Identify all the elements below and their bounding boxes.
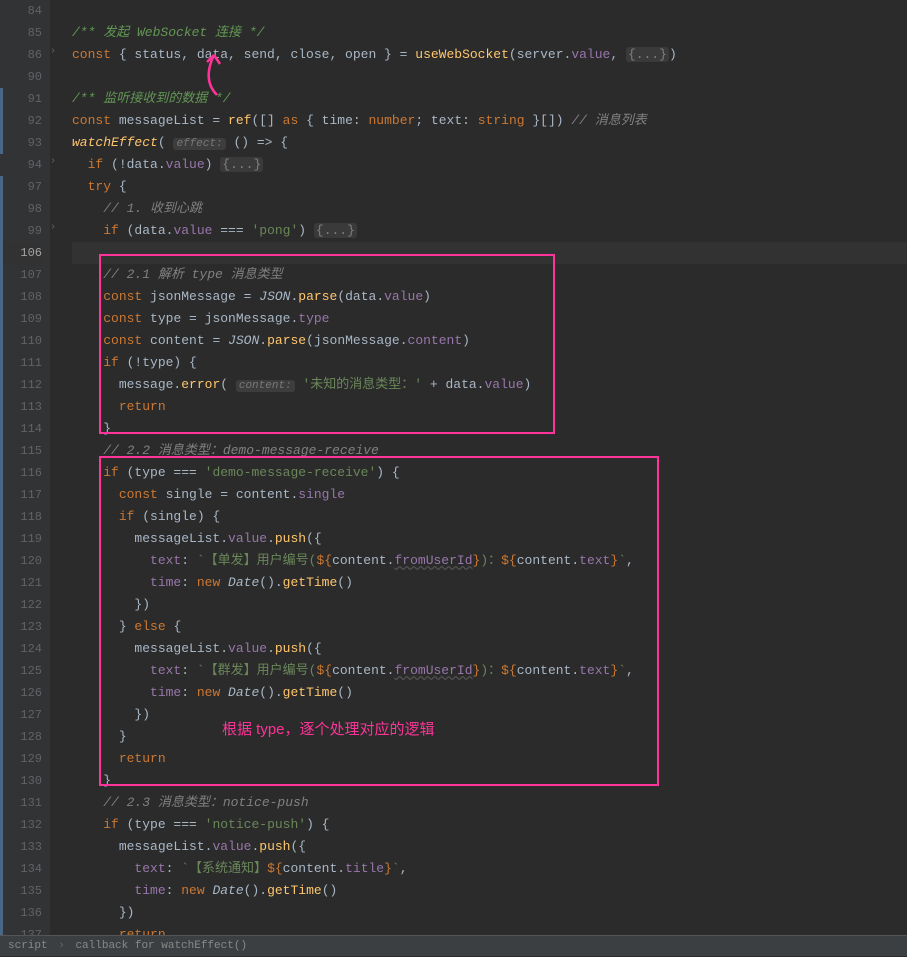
line-number: 98: [0, 198, 42, 220]
code-line: // 1. 收到心跳: [72, 198, 907, 220]
code-line: message.error( content: '未知的消息类型：' + dat…: [72, 374, 907, 396]
line-number: 106: [0, 242, 42, 264]
line-number: 133: [0, 836, 42, 858]
line-number: 123: [0, 616, 42, 638]
line-number: 132: [0, 814, 42, 836]
code-line: // 2.3 消息类型：notice-push: [72, 792, 907, 814]
code-line: if (type === 'demo-message-receive') {: [72, 462, 907, 484]
breadcrumb-bar[interactable]: script › callback for watchEffect(): [0, 935, 907, 956]
code-line: if (!type) {: [72, 352, 907, 374]
code-line: [72, 66, 907, 88]
code-line: if (type === 'notice-push') {: [72, 814, 907, 836]
code-line: const { status, data, send, close, open …: [72, 44, 907, 66]
line-number: 134: [0, 858, 42, 880]
code-line: }): [72, 704, 907, 726]
code-line: if (single) {: [72, 506, 907, 528]
line-number: 124: [0, 638, 42, 660]
line-number: 116: [0, 462, 42, 484]
line-number: 120: [0, 550, 42, 572]
folded-code[interactable]: {...}: [220, 157, 263, 172]
line-number: 131: [0, 792, 42, 814]
line-number: 92: [0, 110, 42, 132]
code-line: const content = JSON.parse(jsonMessage.c…: [72, 330, 907, 352]
line-number: 115: [0, 440, 42, 462]
code-line: [72, 0, 907, 22]
code-line: messageList.value.push({: [72, 836, 907, 858]
line-number: 90: [0, 66, 42, 88]
line-number: 127: [0, 704, 42, 726]
line-number: 121: [0, 572, 42, 594]
line-number: 91: [0, 88, 42, 110]
line-number: 84: [0, 0, 42, 22]
line-number: 113: [0, 396, 42, 418]
code-line: }: [72, 418, 907, 440]
code-line: }: [72, 770, 907, 792]
line-number: 125: [0, 660, 42, 682]
code-line: if (data.value === 'pong') {...}: [72, 220, 907, 242]
line-number: 85: [0, 22, 42, 44]
code-line: text: `【系统通知】${content.title}`,: [72, 858, 907, 880]
line-number: 111: [0, 352, 42, 374]
code-line: const jsonMessage = JSON.parse(data.valu…: [72, 286, 907, 308]
vcs-change-marker[interactable]: [0, 176, 3, 936]
code-line: text: `【群发】用户编号(${content.fromUserId})：$…: [72, 660, 907, 682]
code-line: time: new Date().getTime(): [72, 572, 907, 594]
line-number: 129: [0, 748, 42, 770]
line-number: 112: [0, 374, 42, 396]
line-number: 94: [0, 154, 42, 176]
code-line: watchEffect( effect: () => {: [72, 132, 907, 154]
code-line: // 2.1 解析 type 消息类型: [72, 264, 907, 286]
line-number: 135: [0, 880, 42, 902]
line-number: 86: [0, 44, 42, 66]
code-line: return: [72, 396, 907, 418]
line-number-gutter: 8485869091929394979899106107108109110111…: [0, 0, 50, 935]
code-line: text: `【单发】用户编号(${content.fromUserId})：$…: [72, 550, 907, 572]
line-number: 122: [0, 594, 42, 616]
code-line: messageList.value.push({: [72, 638, 907, 660]
code-line: time: new Date().getTime(): [72, 880, 907, 902]
line-number: 114: [0, 418, 42, 440]
fold-chevron-right-icon[interactable]: ›: [50, 222, 56, 233]
breadcrumb-segment[interactable]: callback for watchEffect(): [75, 940, 247, 952]
line-number: 136: [0, 902, 42, 924]
line-number: 126: [0, 682, 42, 704]
fold-chevron-right-icon[interactable]: ›: [50, 46, 56, 57]
code-line: }): [72, 902, 907, 924]
line-number: 97: [0, 176, 42, 198]
code-line: const single = content.single: [72, 484, 907, 506]
code-line: /** 发起 WebSocket 连接 */: [72, 22, 907, 44]
breadcrumb-segment[interactable]: script: [8, 940, 48, 952]
code-line: }): [72, 594, 907, 616]
line-number: 118: [0, 506, 42, 528]
line-number: 107: [0, 264, 42, 286]
line-number: 108: [0, 286, 42, 308]
line-number: 93: [0, 132, 42, 154]
fold-chevron-right-icon[interactable]: ›: [50, 156, 56, 167]
code-line: const messageList = ref([] as { time: nu…: [72, 110, 907, 132]
code-line: /** 监听接收到的数据 */: [72, 88, 907, 110]
code-line: } else {: [72, 616, 907, 638]
line-number: 110: [0, 330, 42, 352]
line-number: 99: [0, 220, 42, 242]
folded-code[interactable]: {...}: [626, 47, 669, 62]
code-editor[interactable]: 8485869091929394979899106107108109110111…: [0, 0, 907, 935]
line-number: 128: [0, 726, 42, 748]
code-line: // 2.2 消息类型：demo-message-receive: [72, 440, 907, 462]
line-number: 119: [0, 528, 42, 550]
vcs-change-marker[interactable]: [0, 88, 3, 154]
code-line: const type = jsonMessage.type: [72, 308, 907, 330]
code-line: try {: [72, 176, 907, 198]
line-number: 109: [0, 308, 42, 330]
line-number: 130: [0, 770, 42, 792]
code-line: }: [72, 726, 907, 748]
code-line: time: new Date().getTime(): [72, 682, 907, 704]
code-line: if (!data.value) {...}: [72, 154, 907, 176]
line-number: 117: [0, 484, 42, 506]
code-line: messageList.value.push({: [72, 528, 907, 550]
chevron-right-icon: ›: [58, 940, 65, 952]
folded-code[interactable]: {...}: [314, 223, 357, 238]
code-line-current: [72, 242, 907, 264]
code-line: return: [72, 748, 907, 770]
code-area[interactable]: /** 发起 WebSocket 连接 */ const { status, d…: [50, 0, 907, 935]
